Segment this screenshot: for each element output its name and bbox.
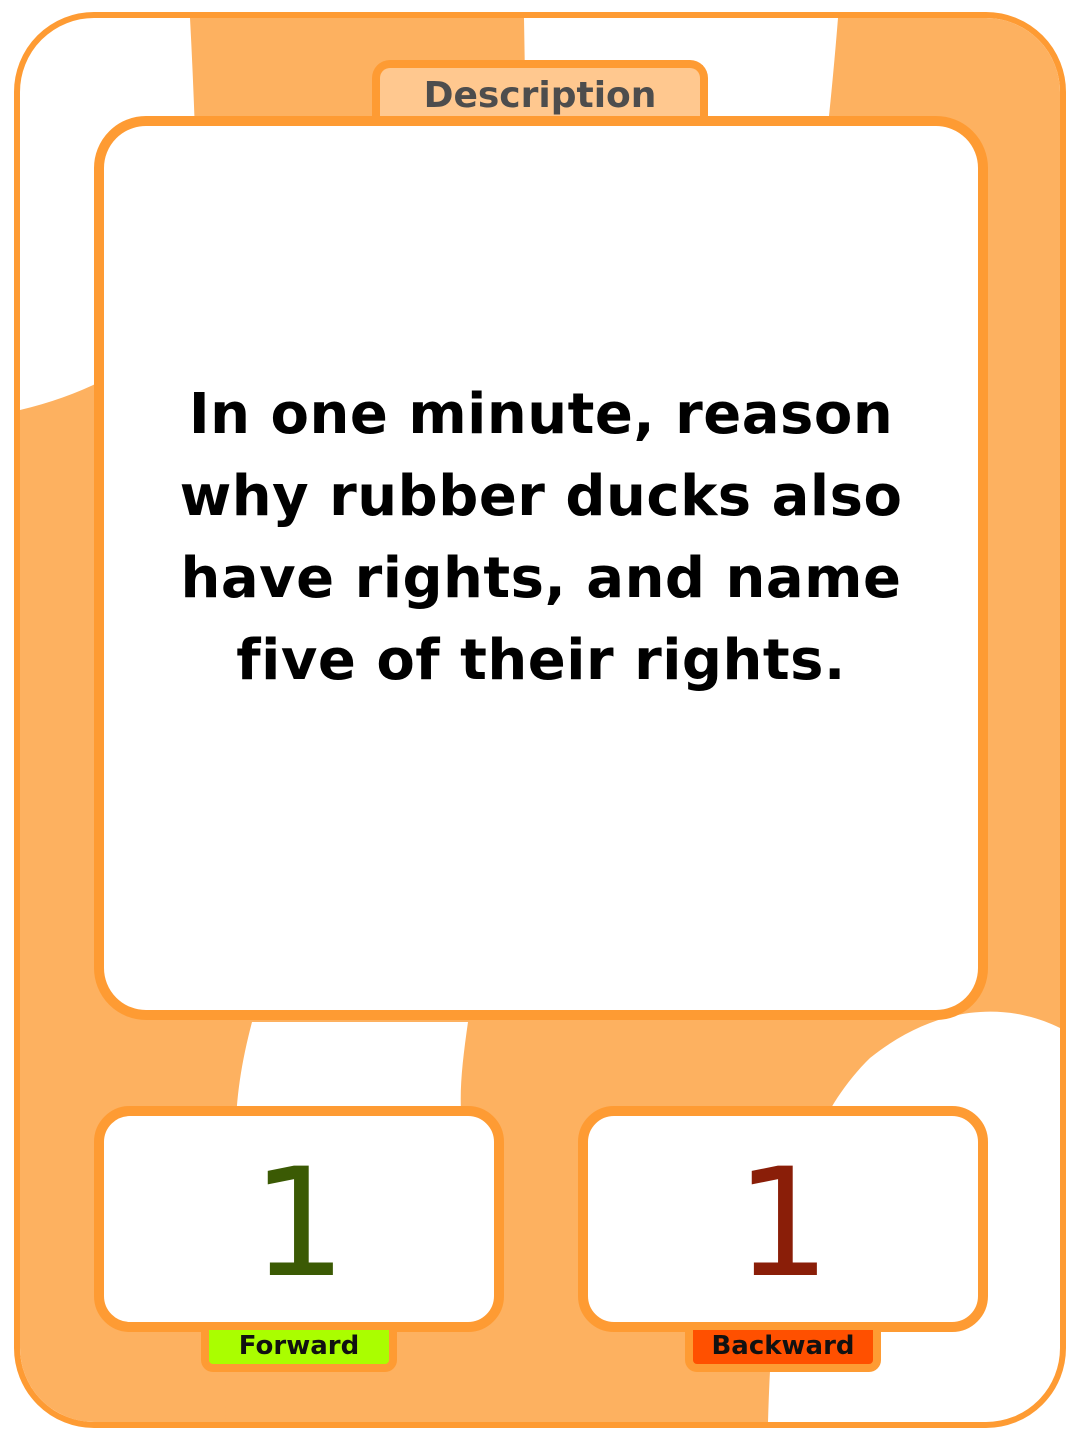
forward-value: 1	[251, 1137, 347, 1311]
forward-label: Forward	[201, 1330, 397, 1372]
backward-value: 1	[735, 1137, 831, 1311]
forward-score-box: 1	[94, 1106, 504, 1332]
backward-score-box: 1	[578, 1106, 988, 1332]
description-panel: In one minute, reason why rubber ducks a…	[94, 116, 988, 1020]
challenge-text: In one minute, reason why rubber ducks a…	[179, 382, 903, 693]
backward-label: Backward	[685, 1330, 881, 1372]
